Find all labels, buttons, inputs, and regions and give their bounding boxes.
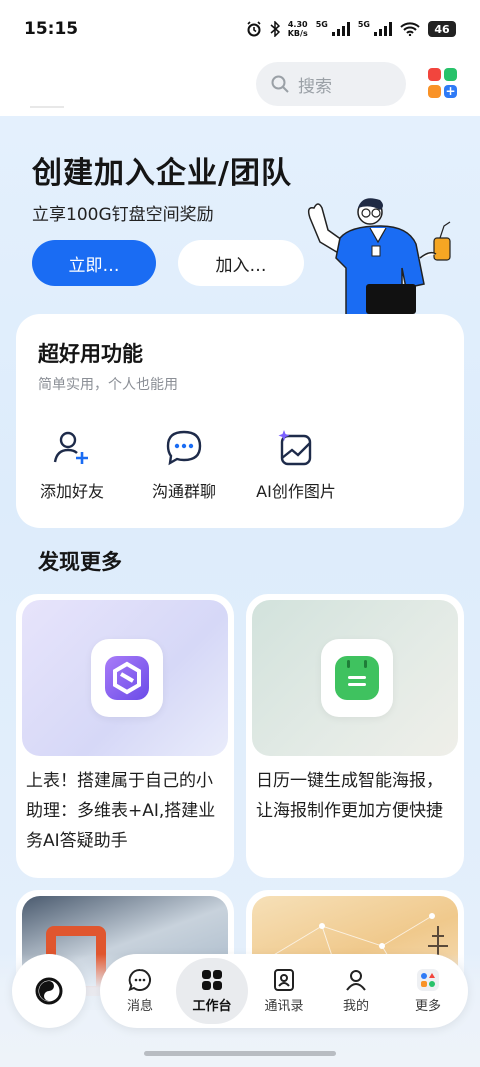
sim1-label: 5G xyxy=(315,20,328,29)
tab-label: 更多 xyxy=(414,999,441,1014)
tab-bar: 消息 工作台 通讯录 我的 更多 xyxy=(100,954,468,1028)
bottom-nav: 消息 工作台 通讯录 我的 更多 xyxy=(0,838,480,1067)
status-bar: 15:15 4.30 KB/s 5G 5G 46 xyxy=(0,0,480,58)
assistant-icon xyxy=(35,977,63,1005)
card-thumbnail xyxy=(22,600,228,756)
signal-icon xyxy=(374,22,392,36)
feature-add-friend[interactable]: 添加好友 xyxy=(27,428,117,502)
feature-group-chat[interactable]: 沟通群聊 xyxy=(139,428,229,502)
feature-label: AI创作图片 xyxy=(256,482,336,501)
group-chat-icon xyxy=(166,430,202,466)
feature-label: 沟通群聊 xyxy=(151,482,216,501)
card-text: 日历一键生成智能海报，让海报制作更加方便快捷 xyxy=(256,771,443,821)
hero-title: 创建加入企业/团队 xyxy=(32,156,292,191)
top-bar: 搜索 + xyxy=(0,58,480,116)
ai-image-icon xyxy=(278,430,312,466)
battery-indicator: 46 xyxy=(428,21,456,37)
discover-card[interactable]: 上表！搭建属于自己的小助理：多维表+AI,搭建业务AI答疑助手 xyxy=(16,594,234,878)
add-friend-icon xyxy=(53,431,88,464)
tab-profile[interactable]: 我的 xyxy=(320,958,392,1024)
tab-messages[interactable]: 消息 xyxy=(104,958,176,1024)
sim2-label: 5G xyxy=(357,20,370,29)
search-icon xyxy=(271,75,289,93)
tab-more[interactable]: 更多 xyxy=(392,958,464,1024)
card-thumbnail xyxy=(252,600,458,756)
message-icon xyxy=(128,968,151,992)
join-team-button[interactable]: 加入… xyxy=(178,240,304,286)
tab-underline xyxy=(30,106,64,108)
tab-workbench[interactable]: 工作台 xyxy=(176,958,248,1024)
status-time: 15:15 xyxy=(24,19,79,39)
network-speed: 4.30 KB/s xyxy=(287,20,308,38)
multidim-table-icon xyxy=(91,639,163,717)
wifi-icon xyxy=(400,22,420,36)
tab-label: 消息 xyxy=(126,999,153,1014)
features-title: 超好用功能 xyxy=(38,342,143,366)
discover-title: 发现更多 xyxy=(38,550,122,574)
contacts-icon xyxy=(274,969,294,991)
search-bar[interactable]: 搜索 xyxy=(256,62,406,106)
alarm-icon xyxy=(247,21,261,37)
workbench-icon xyxy=(202,970,222,990)
person-illustration xyxy=(307,198,451,316)
bluetooth-icon xyxy=(270,21,280,37)
more-apps-icon xyxy=(417,969,439,991)
features-card: 超好用功能 简单实用，个人也能用 添加好友 沟通群聊 AI创作图片 xyxy=(16,314,464,528)
features-description: 简单实用，个人也能用 xyxy=(38,377,178,393)
create-team-button[interactable]: 立即… xyxy=(32,240,156,286)
tab-label: 通讯录 xyxy=(264,999,304,1014)
feature-ai-image[interactable]: AI创作图片 xyxy=(251,428,341,502)
feature-label: 添加好友 xyxy=(39,482,104,501)
tab-label: 工作台 xyxy=(192,999,232,1014)
home-indicator[interactable] xyxy=(144,1051,336,1056)
hero-subtitle: 立享100G钉盘空间奖励 xyxy=(32,205,214,225)
discover-card[interactable]: 日历一键生成智能海报，让海报制作更加方便快捷 xyxy=(246,594,464,878)
tab-label: 我的 xyxy=(342,999,369,1014)
profile-icon xyxy=(346,970,366,991)
app-grid-icon[interactable]: + xyxy=(428,68,458,98)
status-icons: 4.30 KB/s 5G 5G 46 xyxy=(246,20,456,38)
tab-contacts[interactable]: 通讯录 xyxy=(248,958,320,1024)
assistant-button[interactable] xyxy=(12,954,86,1028)
calendar-icon xyxy=(321,639,393,717)
signal-icon xyxy=(331,22,350,36)
search-placeholder: 搜索 xyxy=(298,76,332,97)
